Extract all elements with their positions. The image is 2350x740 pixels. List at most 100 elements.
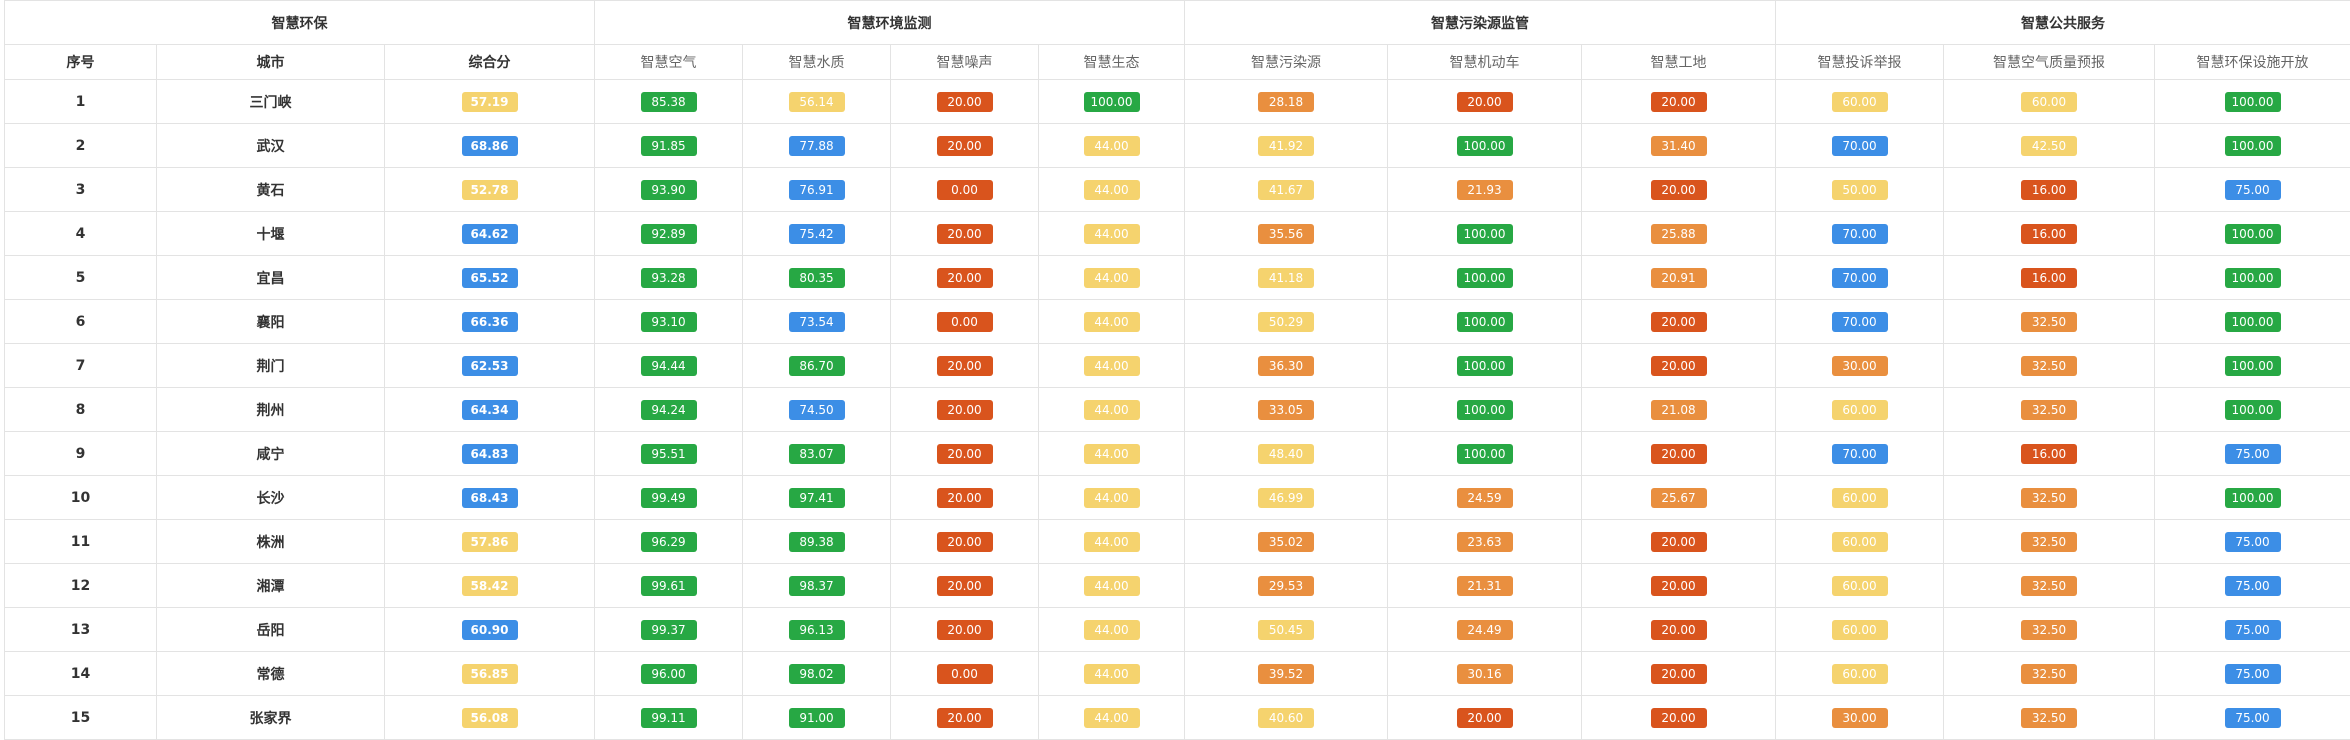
score-badge: 20.00 xyxy=(1651,708,1707,728)
city-cell: 宜昌 xyxy=(157,256,385,300)
score-badge: 44.00 xyxy=(1084,136,1140,156)
score-cell: 57.86 xyxy=(385,520,595,564)
score-badge: 70.00 xyxy=(1832,224,1888,244)
score-cell: 20.00 xyxy=(1388,80,1582,124)
score-badge: 20.00 xyxy=(937,620,993,640)
total-score-badge: 68.86 xyxy=(462,136,518,156)
score-badge: 48.40 xyxy=(1258,444,1314,464)
score-badge: 76.91 xyxy=(789,180,845,200)
score-badge: 60.00 xyxy=(1832,664,1888,684)
score-cell: 41.18 xyxy=(1185,256,1388,300)
score-cell: 99.11 xyxy=(595,696,743,740)
score-badge: 96.00 xyxy=(641,664,697,684)
score-badge: 20.00 xyxy=(937,488,993,508)
column-header: 智慧噪声 xyxy=(891,45,1039,80)
score-badge: 75.00 xyxy=(2225,444,2281,464)
score-badge: 75.00 xyxy=(2225,532,2281,552)
score-badge: 20.00 xyxy=(1651,92,1707,112)
score-badge: 20.00 xyxy=(1651,620,1707,640)
score-cell: 20.91 xyxy=(1582,256,1776,300)
city-cell: 常德 xyxy=(157,652,385,696)
score-badge: 16.00 xyxy=(2021,268,2077,288)
score-cell: 32.50 xyxy=(1944,388,2155,432)
score-cell: 98.37 xyxy=(743,564,891,608)
score-cell: 44.00 xyxy=(1039,432,1185,476)
score-cell: 24.49 xyxy=(1388,608,1582,652)
score-cell: 30.00 xyxy=(1776,696,1944,740)
score-cell: 66.36 xyxy=(385,300,595,344)
score-badge: 70.00 xyxy=(1832,136,1888,156)
score-cell: 20.00 xyxy=(1582,344,1776,388)
score-badge: 100.00 xyxy=(2225,488,2281,508)
table-row: 15张家界56.0899.1191.0020.0044.0040.6020.00… xyxy=(5,696,2350,740)
score-badge: 0.00 xyxy=(937,312,993,332)
score-badge: 20.00 xyxy=(937,356,993,376)
score-cell: 56.14 xyxy=(743,80,891,124)
score-cell: 60.00 xyxy=(1776,652,1944,696)
score-cell: 25.88 xyxy=(1582,212,1776,256)
score-badge: 94.24 xyxy=(641,400,697,420)
score-cell: 75.00 xyxy=(2155,696,2350,740)
score-cell: 20.00 xyxy=(891,124,1039,168)
city-cell: 荆门 xyxy=(157,344,385,388)
column-header: 智慧投诉举报 xyxy=(1776,45,1944,80)
score-badge: 99.49 xyxy=(641,488,697,508)
score-cell: 20.00 xyxy=(891,256,1039,300)
group-header: 智慧污染源监管 xyxy=(1185,1,1776,45)
city-cell: 株洲 xyxy=(157,520,385,564)
total-score-badge: 64.34 xyxy=(462,400,518,420)
score-cell: 16.00 xyxy=(1944,432,2155,476)
score-cell: 76.91 xyxy=(743,168,891,212)
score-badge: 100.00 xyxy=(2225,400,2281,420)
score-badge: 89.38 xyxy=(789,532,845,552)
score-badge: 35.02 xyxy=(1258,532,1314,552)
score-cell: 30.16 xyxy=(1388,652,1582,696)
score-cell: 40.60 xyxy=(1185,696,1388,740)
rank-cell: 2 xyxy=(5,124,157,168)
score-badge: 20.00 xyxy=(1651,664,1707,684)
score-badge: 50.00 xyxy=(1832,180,1888,200)
city-cell: 湘潭 xyxy=(157,564,385,608)
score-badge: 41.67 xyxy=(1258,180,1314,200)
score-cell: 20.00 xyxy=(891,432,1039,476)
score-badge: 44.00 xyxy=(1084,356,1140,376)
score-cell: 75.00 xyxy=(2155,564,2350,608)
score-cell: 20.00 xyxy=(1388,696,1582,740)
total-score-badge: 62.53 xyxy=(462,356,518,376)
score-badge: 32.50 xyxy=(2021,400,2077,420)
score-cell: 41.67 xyxy=(1185,168,1388,212)
score-cell: 35.56 xyxy=(1185,212,1388,256)
score-badge: 93.28 xyxy=(641,268,697,288)
score-cell: 56.85 xyxy=(385,652,595,696)
score-badge: 50.29 xyxy=(1258,312,1314,332)
score-badge: 30.00 xyxy=(1832,708,1888,728)
score-cell: 96.29 xyxy=(595,520,743,564)
score-badge: 32.50 xyxy=(2021,532,2077,552)
score-badge: 100.00 xyxy=(2225,312,2281,332)
group-header-row: 智慧环保 智慧环境监测 智慧污染源监管 智慧公共服务 xyxy=(5,1,2350,45)
score-badge: 41.18 xyxy=(1258,268,1314,288)
score-badge: 29.53 xyxy=(1258,576,1314,596)
column-header-row: 序号城市综合分智慧空气智慧水质智慧噪声智慧生态智慧污染源智慧机动车智慧工地智慧投… xyxy=(5,45,2350,80)
score-cell: 100.00 xyxy=(1388,300,1582,344)
score-badge: 20.00 xyxy=(937,400,993,420)
score-badge: 32.50 xyxy=(2021,620,2077,640)
score-cell: 60.90 xyxy=(385,608,595,652)
score-cell: 60.00 xyxy=(1776,476,1944,520)
score-badge: 98.37 xyxy=(789,576,845,596)
score-cell: 20.00 xyxy=(891,344,1039,388)
score-cell: 21.31 xyxy=(1388,564,1582,608)
score-cell: 75.00 xyxy=(2155,168,2350,212)
rank-cell: 11 xyxy=(5,520,157,564)
score-badge: 80.35 xyxy=(789,268,845,288)
score-cell: 75.42 xyxy=(743,212,891,256)
table-row: 7荆门62.5394.4486.7020.0044.0036.30100.002… xyxy=(5,344,2350,388)
score-badge: 32.50 xyxy=(2021,576,2077,596)
score-badge: 20.00 xyxy=(937,576,993,596)
score-badge: 39.52 xyxy=(1258,664,1314,684)
score-badge: 96.13 xyxy=(789,620,845,640)
score-cell: 20.00 xyxy=(891,80,1039,124)
score-badge: 100.00 xyxy=(1457,136,1513,156)
total-score-badge: 68.43 xyxy=(462,488,518,508)
column-header: 综合分 xyxy=(385,45,595,80)
